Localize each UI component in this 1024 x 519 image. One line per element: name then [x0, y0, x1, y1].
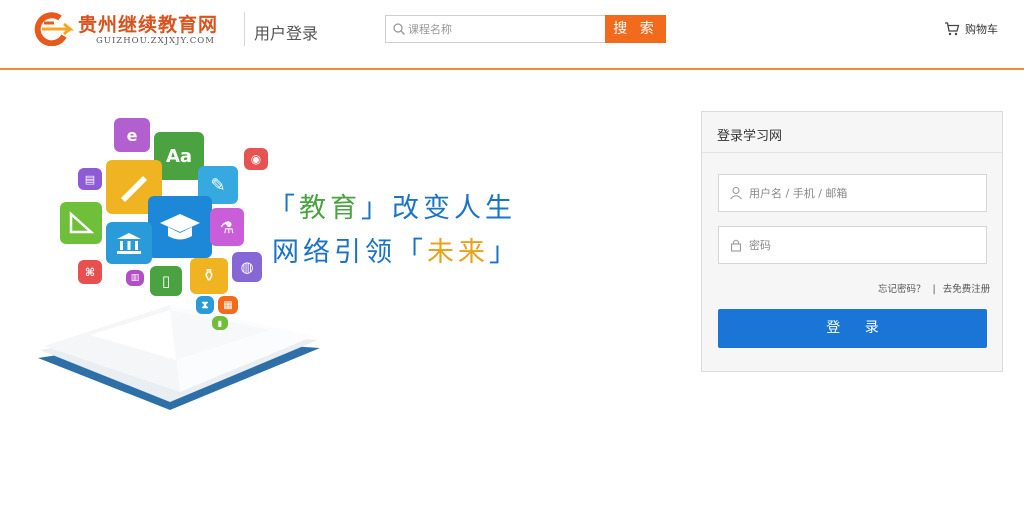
password-field [718, 226, 987, 264]
login-card: 登录学习网 忘记密码？ | 去免费注册 登 录 [701, 111, 1003, 372]
triangle-ruler-icon [69, 211, 94, 234]
login-card-header: 登录学习网 [702, 112, 1002, 153]
lock-icon [730, 239, 742, 252]
login-links: 忘记密码？ | 去免费注册 [878, 281, 990, 295]
slogan-text-change-life: 改变人生 [392, 193, 516, 224]
museum-tile [106, 222, 152, 264]
search-icon [393, 23, 405, 35]
username-input[interactable] [749, 175, 979, 211]
user-icon [730, 186, 742, 200]
cart-link[interactable]: 购物车 [944, 20, 998, 38]
logo-title: 贵州继续教育网 [78, 14, 219, 36]
slogan-highlight-education: 教育 [299, 193, 361, 224]
chart-tile: ▮ [212, 316, 228, 330]
site-logo[interactable]: 贵州继续教育网 GUIZHOU.ZXJXJY.COM [30, 10, 235, 50]
login-button[interactable]: 登 录 [718, 309, 987, 348]
site-header: 贵州继续教育网 GUIZHOU.ZXJXJY.COM 用户登录 搜 索 购物车 [0, 0, 1024, 70]
slogan-bracket-open: 「 [268, 193, 299, 224]
page-title: 用户登录 [254, 24, 319, 43]
header-divider [244, 12, 245, 46]
course-search: 搜 索 [385, 15, 666, 43]
forgot-password-link[interactable]: 忘记密码？ [878, 284, 926, 295]
shopping-cart-icon [945, 22, 960, 36]
search-input[interactable] [408, 16, 604, 42]
slogan-line-2: 网络引领「未来」 [272, 230, 520, 269]
logo-mark-icon [34, 12, 74, 46]
register-link[interactable]: 去免费注册 [943, 284, 991, 295]
login-title: 登录学习网 [717, 129, 783, 144]
slogan-text-network-leads: 网络引领 [272, 237, 396, 268]
triangle-ruler-tile [60, 202, 102, 244]
slogan-line-1: 「教育」改变人生 [268, 186, 516, 225]
logo-subtitle: GUIZHOU.ZXJXJY.COM [96, 36, 215, 46]
graduation-tile [148, 196, 212, 258]
graduation-cap-icon [160, 214, 200, 240]
slogan-bracket-close: 」 [361, 193, 392, 224]
cart-label: 购物车 [965, 23, 998, 36]
palette-tile: ◉ [244, 148, 268, 170]
password-input[interactable] [749, 227, 979, 263]
building-icon [117, 233, 141, 254]
globe-tile: ◍ [232, 252, 262, 282]
book-tile: ▯ [150, 266, 182, 296]
search-button[interactable]: 搜 索 [605, 15, 666, 43]
microscope-tile: ⚗ [210, 208, 244, 246]
calculator-tile: ▦ [218, 296, 238, 314]
e-learning-tile: e [114, 118, 150, 152]
username-field [718, 174, 987, 212]
hourglass-tile: ⧗ [196, 296, 214, 314]
hero-illustration: e Aa ▤ ✎ ◉ ⚗ ◍ ⌘ ▥ ▯ ⚱ ⧗ ▦ ▮ 「教育」改变人生 网络… [30, 110, 550, 420]
pencil-icon [121, 176, 147, 202]
network-tile: ⌘ [78, 260, 102, 284]
notebook-tile: ▥ [126, 270, 144, 286]
links-divider: | [932, 284, 936, 295]
flask-tile: ⚱ [190, 258, 228, 294]
aa-letters: Aa [165, 145, 193, 167]
slogan-bracket-close-2: 」 [489, 237, 520, 268]
slogan-highlight-future: 未来 [427, 237, 489, 268]
search-doc-tile: ▤ [78, 168, 102, 190]
slogan-bracket-open-2: 「 [396, 237, 427, 268]
e-letter: e [126, 125, 138, 145]
